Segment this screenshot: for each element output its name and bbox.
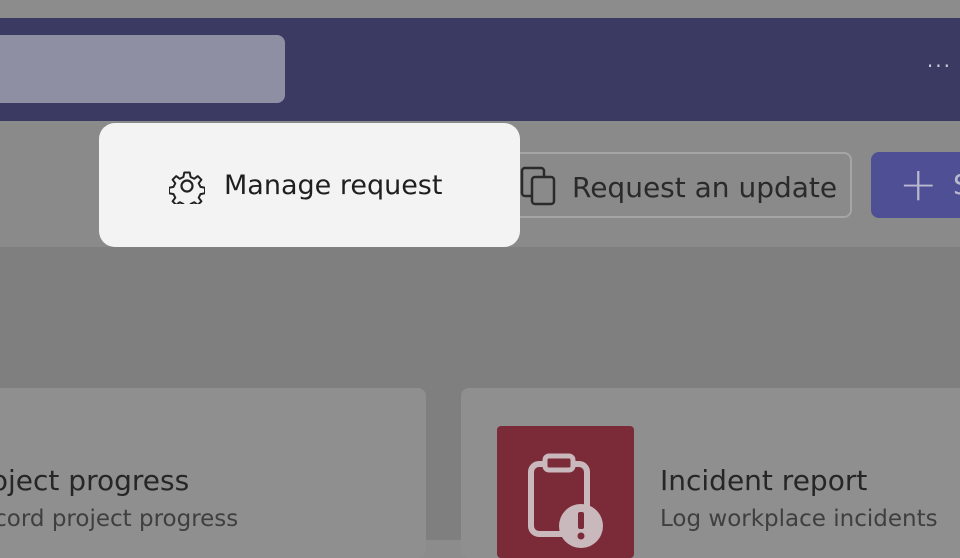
card-project-progress[interactable]: roject progress ecord project progress [0,388,426,558]
request-update-label: Request an update [572,171,838,204]
manage-request-label: Manage request [224,170,443,201]
plus-icon: + [899,157,938,211]
clipboard-alert-icon [528,453,603,548]
search-input[interactable] [0,35,285,103]
incident-tile [497,426,634,558]
more-options-icon[interactable]: ··· [927,56,952,76]
card-description: ecord project progress [0,506,239,532]
manage-request-popover[interactable]: Manage request [99,123,520,247]
card-title: roject progress [0,464,190,497]
primary-action-button[interactable]: + S [871,152,960,218]
card-incident-report[interactable]: Incident report Log workplace incidents [461,388,960,558]
top-strip [0,0,960,18]
gear-icon [169,171,205,204]
card-title: Incident report [660,464,868,497]
card-description: Log workplace incidents [660,506,938,532]
primary-action-label: S [953,168,960,201]
request-update-button[interactable]: Request an update [490,152,852,218]
app-header: ··· [0,18,960,121]
devices-icon [520,166,556,206]
